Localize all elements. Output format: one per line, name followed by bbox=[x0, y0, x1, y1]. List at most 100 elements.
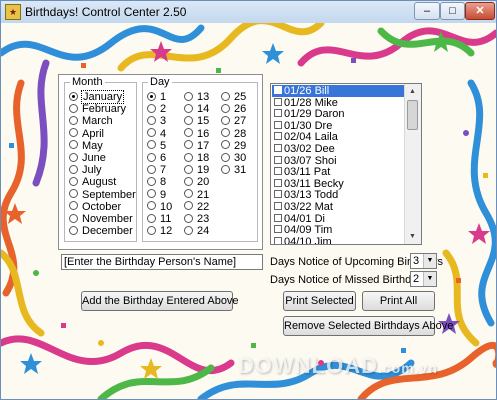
day-radio[interactable]: 1 bbox=[147, 91, 166, 104]
month-radio[interactable]: November bbox=[69, 213, 133, 226]
radio-circle-icon[interactable] bbox=[147, 225, 156, 235]
radio-circle-icon[interactable] bbox=[69, 115, 78, 125]
day-radio[interactable]: 31 bbox=[221, 164, 246, 177]
birthday-name-input[interactable]: [Enter the Birthday Person's Name] bbox=[61, 254, 263, 270]
radio-circle-icon[interactable] bbox=[147, 91, 156, 101]
day-radio[interactable]: 16 bbox=[184, 128, 209, 141]
day-radio[interactable]: 4 bbox=[147, 128, 166, 141]
checkbox-icon[interactable] bbox=[274, 213, 282, 222]
radio-circle-icon[interactable] bbox=[184, 91, 193, 101]
radio-circle-icon[interactable] bbox=[69, 91, 78, 101]
birthday-list-item[interactable]: 03/02 Dee bbox=[272, 143, 404, 155]
radio-circle-icon[interactable] bbox=[69, 201, 78, 211]
radio-circle-icon[interactable] bbox=[184, 176, 193, 186]
radio-circle-icon[interactable] bbox=[184, 164, 193, 174]
list-scrollbar[interactable]: ▲ ▼ bbox=[404, 84, 421, 244]
day-radio[interactable]: 21 bbox=[184, 189, 209, 202]
radio-circle-icon[interactable] bbox=[69, 103, 78, 113]
radio-circle-icon[interactable] bbox=[147, 176, 156, 186]
checkbox-icon[interactable] bbox=[274, 225, 282, 234]
day-radio[interactable]: 3 bbox=[147, 115, 166, 128]
birthday-list-item[interactable]: 03/13 Todd bbox=[272, 189, 404, 201]
day-radio[interactable]: 24 bbox=[184, 225, 209, 238]
day-radio[interactable]: 20 bbox=[184, 176, 209, 189]
radio-circle-icon[interactable] bbox=[147, 164, 156, 174]
day-radio[interactable]: 28 bbox=[221, 128, 246, 141]
radio-circle-icon[interactable] bbox=[184, 128, 193, 138]
birthday-list-item[interactable]: 04/10 Jim bbox=[272, 236, 404, 244]
day-radio[interactable]: 5 bbox=[147, 140, 166, 153]
checkbox-icon[interactable] bbox=[274, 190, 282, 199]
radio-circle-icon[interactable] bbox=[184, 213, 193, 223]
day-radio[interactable]: 23 bbox=[184, 213, 209, 226]
day-radio[interactable]: 26 bbox=[221, 103, 246, 116]
day-radio[interactable]: 22 bbox=[184, 201, 209, 214]
chevron-down-icon[interactable]: ▼ bbox=[423, 254, 436, 268]
scroll-up-arrow-icon[interactable]: ▲ bbox=[405, 84, 420, 99]
radio-circle-icon[interactable] bbox=[184, 225, 193, 235]
day-radio[interactable]: 2 bbox=[147, 103, 166, 116]
scroll-thumb[interactable] bbox=[407, 100, 418, 130]
day-radio[interactable]: 6 bbox=[147, 152, 166, 165]
birthday-list-item[interactable]: 03/11 Becky bbox=[272, 178, 404, 190]
chevron-down-icon[interactable]: ▼ bbox=[423, 272, 436, 286]
birthday-list-item[interactable]: 03/11 Pat bbox=[272, 166, 404, 178]
radio-circle-icon[interactable] bbox=[221, 164, 230, 174]
day-radio[interactable]: 17 bbox=[184, 140, 209, 153]
print-selected-button[interactable]: Print Selected bbox=[283, 291, 356, 311]
birthday-list-item[interactable]: 02/04 Laila bbox=[272, 131, 404, 143]
day-radio[interactable]: 14 bbox=[184, 103, 209, 116]
month-radio[interactable]: October bbox=[69, 201, 121, 214]
radio-circle-icon[interactable] bbox=[184, 115, 193, 125]
day-radio[interactable]: 30 bbox=[221, 152, 246, 165]
birthday-list-item[interactable]: 03/07 Shoi bbox=[272, 155, 404, 167]
month-radio[interactable]: January bbox=[69, 90, 125, 104]
day-radio[interactable]: 8 bbox=[147, 176, 166, 189]
radio-circle-icon[interactable] bbox=[221, 140, 230, 150]
day-radio[interactable]: 18 bbox=[184, 152, 209, 165]
day-radio[interactable]: 12 bbox=[147, 225, 172, 238]
birthday-list-item[interactable]: 04/01 Di bbox=[272, 213, 404, 225]
radio-circle-icon[interactable] bbox=[69, 213, 78, 223]
month-radio[interactable]: August bbox=[69, 176, 116, 189]
radio-circle-icon[interactable] bbox=[184, 152, 193, 162]
birthday-list[interactable]: 01/26 Bill 01/28 Mike 01/29 Daron 01/30 Dre… bbox=[270, 83, 422, 245]
checkbox-icon[interactable] bbox=[274, 178, 282, 187]
close-button[interactable]: ✕ bbox=[465, 2, 495, 20]
checkbox-icon[interactable] bbox=[274, 109, 282, 118]
radio-circle-icon[interactable] bbox=[147, 128, 156, 138]
radio-circle-icon[interactable] bbox=[147, 140, 156, 150]
day-radio[interactable]: 13 bbox=[184, 91, 209, 104]
day-radio[interactable]: 9 bbox=[147, 189, 166, 202]
radio-circle-icon[interactable] bbox=[69, 152, 78, 162]
day-radio[interactable]: 11 bbox=[147, 213, 171, 226]
checkbox-icon[interactable] bbox=[274, 167, 282, 176]
radio-circle-icon[interactable] bbox=[184, 201, 193, 211]
radio-circle-icon[interactable] bbox=[147, 152, 156, 162]
radio-circle-icon[interactable] bbox=[184, 189, 193, 199]
radio-circle-icon[interactable] bbox=[184, 103, 193, 113]
birthday-list-item[interactable]: 01/29 Daron bbox=[272, 108, 404, 120]
radio-circle-icon[interactable] bbox=[147, 201, 156, 211]
radio-circle-icon[interactable] bbox=[69, 128, 78, 138]
month-radio[interactable]: June bbox=[69, 152, 106, 165]
month-radio[interactable]: April bbox=[69, 128, 104, 141]
checkbox-icon[interactable] bbox=[274, 144, 282, 153]
radio-circle-icon[interactable] bbox=[69, 189, 78, 199]
radio-circle-icon[interactable] bbox=[147, 213, 156, 223]
radio-circle-icon[interactable] bbox=[221, 91, 230, 101]
checkbox-icon[interactable] bbox=[274, 97, 282, 106]
missed-notice-select[interactable]: 2 ▼ bbox=[410, 271, 437, 287]
radio-circle-icon[interactable] bbox=[147, 115, 156, 125]
radio-circle-icon[interactable] bbox=[69, 176, 78, 186]
day-radio[interactable]: 25 bbox=[221, 91, 246, 104]
month-radio[interactable]: February bbox=[69, 103, 126, 116]
radio-circle-icon[interactable] bbox=[184, 140, 193, 150]
birthday-list-item[interactable]: 01/28 Mike bbox=[272, 97, 404, 109]
month-radio[interactable]: September bbox=[69, 189, 136, 202]
upcoming-notice-select[interactable]: 3 ▼ bbox=[410, 253, 437, 269]
checkbox-icon[interactable] bbox=[274, 86, 282, 95]
radio-circle-icon[interactable] bbox=[147, 103, 156, 113]
checkbox-icon[interactable] bbox=[274, 236, 282, 244]
add-birthday-button[interactable]: Add the Birthday Entered Above bbox=[81, 291, 239, 311]
